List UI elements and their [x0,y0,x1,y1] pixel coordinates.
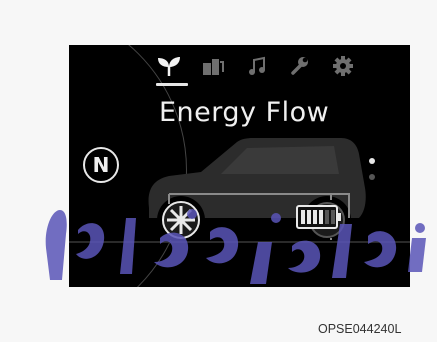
energy-flow-diagram [129,130,369,255]
tab-eco[interactable] [154,53,184,79]
page-dot-inactive [369,174,375,180]
tab-settings[interactable] [328,53,358,79]
active-tab-indicator [156,83,188,86]
display-footer-line [69,241,410,243]
tab-bar [150,53,370,83]
cluster-display: Energy Flow N [69,45,410,287]
figure-caption: OPSE044240L [318,322,402,336]
tab-fuel[interactable] [198,53,228,79]
tab-audio[interactable] [243,53,273,79]
gear-icon [333,56,353,76]
tab-service[interactable] [285,53,315,79]
car-silhouette-icon [148,138,366,255]
page-dot-active [369,158,375,164]
figure-card: Energy Flow N OPSE044240L [0,0,437,342]
fuel-station-icon [203,59,224,75]
page-title: Energy Flow [159,97,330,128]
gear-indicator: N [83,147,119,183]
wrench-icon [291,57,308,75]
music-note-icon [249,56,265,75]
page-indicator [369,158,379,188]
leaf-icon [158,57,180,76]
